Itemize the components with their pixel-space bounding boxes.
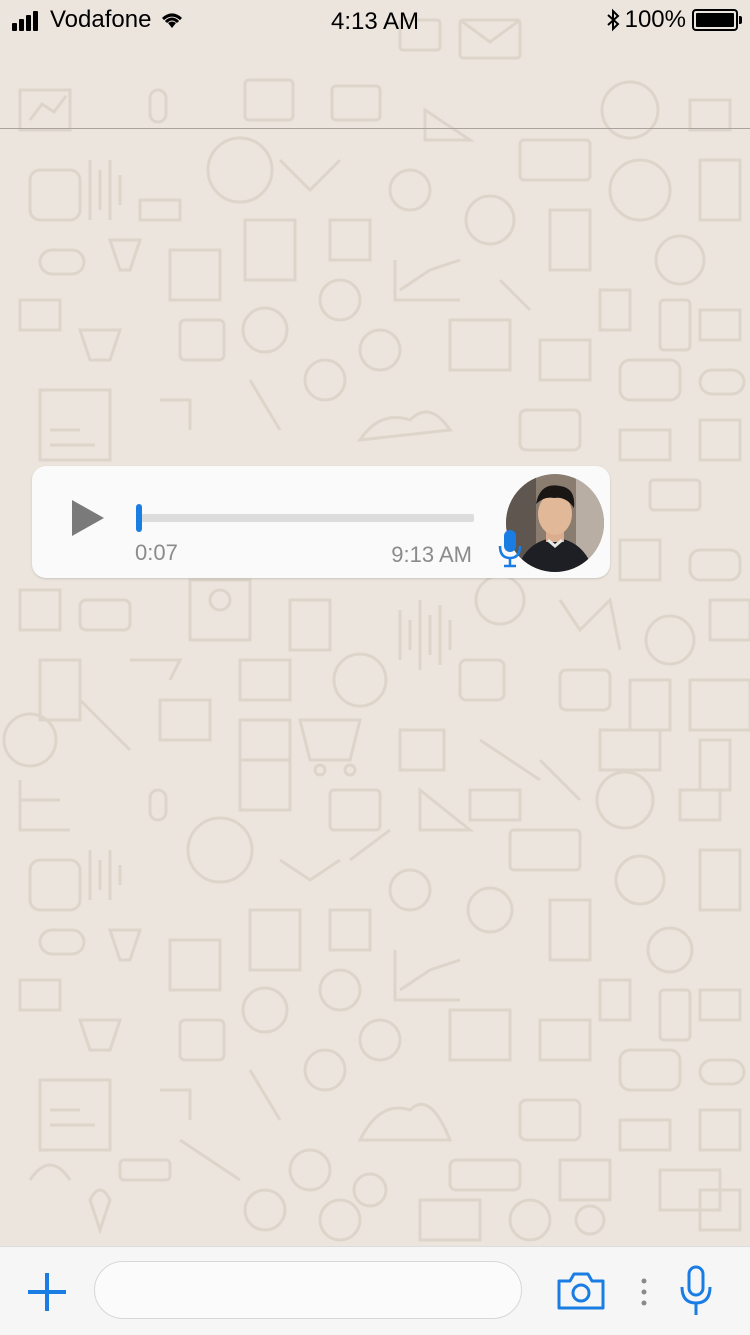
message-input[interactable] [94,1261,522,1319]
chat-wallpaper [0,0,750,1334]
status-right: 100% [605,6,742,34]
more-dots-icon[interactable] [640,1277,648,1307]
message-timestamp: 9:13 AM [391,542,472,567]
mic-icon[interactable] [676,1265,716,1317]
voice-progress-handle[interactable] [136,504,142,532]
mic-icon [498,530,522,568]
bluetooth-icon [606,8,620,32]
camera-icon[interactable] [556,1271,606,1311]
header-divider [0,128,750,129]
play-icon[interactable] [68,498,108,538]
battery-icon [692,9,742,31]
plus-icon[interactable] [24,1269,70,1315]
composer-bar [0,1246,750,1335]
status-bar: Vodafone 4:13 AM 100% [0,0,750,40]
voice-duration: 0:07 [135,540,178,565]
battery-fill [696,13,734,27]
voice-progress-track[interactable] [136,514,474,522]
voice-message-bubble[interactable]: 0:07 9:13 AM [32,466,610,578]
battery-percent: 100% [624,6,686,33]
